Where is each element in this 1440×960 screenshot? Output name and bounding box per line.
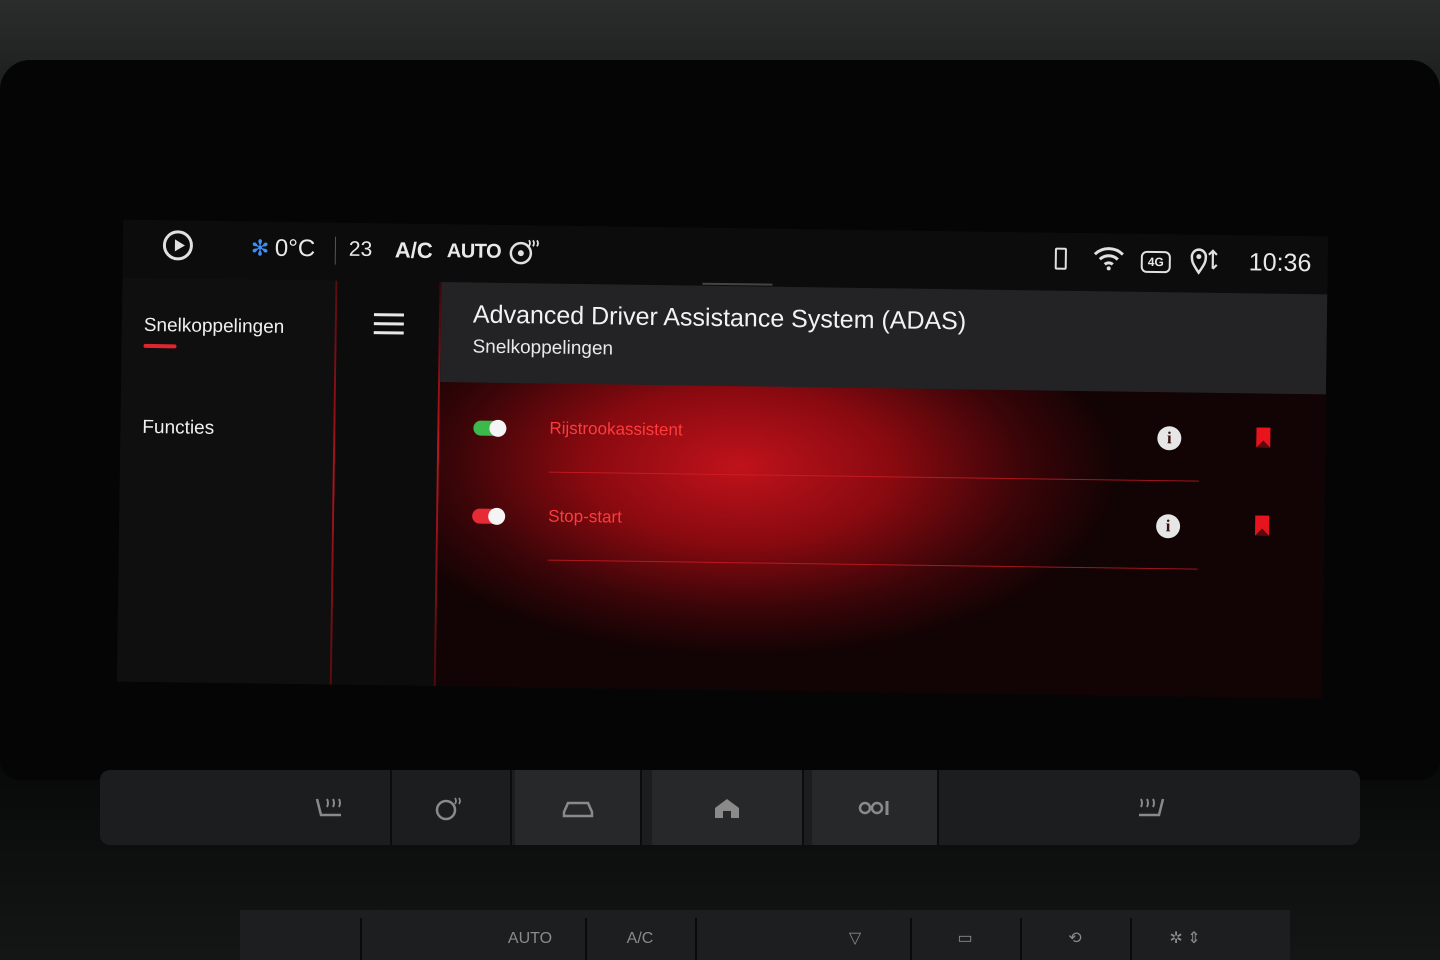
- front-defrost-button[interactable]: ▽: [800, 918, 912, 960]
- heated-steering-wheel-button[interactable]: [390, 770, 512, 845]
- fan-speed-button[interactable]: ✲ ⇕: [1130, 918, 1240, 960]
- hamburger-menu-icon[interactable]: [373, 313, 404, 335]
- page-subtitle: Snelkoppelingen: [472, 336, 614, 360]
- menu-column: [331, 280, 441, 687]
- sidebar: Snelkoppelingen Functies: [116, 277, 337, 685]
- recirculation-button[interactable]: ⟲: [1020, 918, 1132, 960]
- status-separator: [334, 236, 337, 265]
- ac-button[interactable]: A/C: [585, 918, 697, 960]
- media-play-icon[interactable]: [162, 230, 194, 261]
- stop-start-label[interactable]: Stop-start: [548, 507, 622, 528]
- lane-assist-toggle[interactable]: [473, 419, 507, 437]
- climate-button-row: AUTO A/C ▽ ▭ ⟲ ✲ ⇕: [240, 910, 1290, 960]
- bookmark-icon[interactable]: [1254, 515, 1270, 536]
- bookmark-icon[interactable]: [1256, 427, 1271, 448]
- network-4g-icon: 4G: [1140, 250, 1171, 274]
- sidebar-item-functies[interactable]: Functies: [142, 417, 214, 440]
- snowflake-icon: ✻: [250, 235, 270, 261]
- infotainment-screen: ✻ 0°C 23 A/C AUTO 4G 10:36 Snelkoppeling…: [116, 219, 1329, 699]
- auto-climate-button[interactable]: AUTO: [475, 918, 587, 960]
- info-icon[interactable]: i: [1157, 426, 1182, 451]
- wifi-icon: [1093, 245, 1125, 273]
- list-item-rijstrookassistent[interactable]: Rijstrookassistent i: [439, 386, 1326, 488]
- row-divider: [547, 559, 1198, 570]
- page-header: Advanced Driver Assistance System (ADAS)…: [440, 282, 1328, 395]
- driver-assist-button[interactable]: [812, 770, 939, 845]
- heated-steering-wheel-icon[interactable]: [509, 237, 539, 273]
- info-icon[interactable]: i: [1155, 514, 1181, 539]
- clock: 10:36: [1248, 248, 1312, 278]
- climate-button[interactable]: [240, 918, 362, 960]
- vehicle-settings-button[interactable]: [515, 770, 642, 845]
- auto-climate-indicator[interactable]: AUTO: [447, 236, 502, 267]
- passenger-heated-seat-button[interactable]: [945, 770, 1355, 845]
- page-title: Advanced Driver Assistance System (ADAS): [472, 300, 967, 336]
- sidebar-selected-indicator: [143, 343, 177, 349]
- heated-seat-button[interactable]: [270, 770, 392, 845]
- navigation-location-icon[interactable]: [1189, 246, 1223, 282]
- rear-defrost-button[interactable]: ▭: [910, 918, 1022, 960]
- home-button[interactable]: [652, 770, 804, 845]
- physical-button-strip: [100, 770, 1360, 845]
- stop-start-toggle[interactable]: [472, 507, 506, 525]
- outside-temperature: 0°C: [274, 234, 316, 263]
- main-panel: Advanced Driver Assistance System (ADAS)…: [435, 282, 1328, 699]
- list-item-stop-start[interactable]: Stop-start i: [437, 476, 1324, 578]
- phone-battery-icon: [1054, 247, 1067, 270]
- climate-temperature-setting[interactable]: 23: [349, 235, 373, 265]
- lane-assist-label[interactable]: Rijstrookassistent: [549, 419, 682, 441]
- ac-indicator[interactable]: A/C: [395, 235, 433, 266]
- sidebar-item-snelkoppelingen[interactable]: Snelkoppelingen: [144, 315, 285, 339]
